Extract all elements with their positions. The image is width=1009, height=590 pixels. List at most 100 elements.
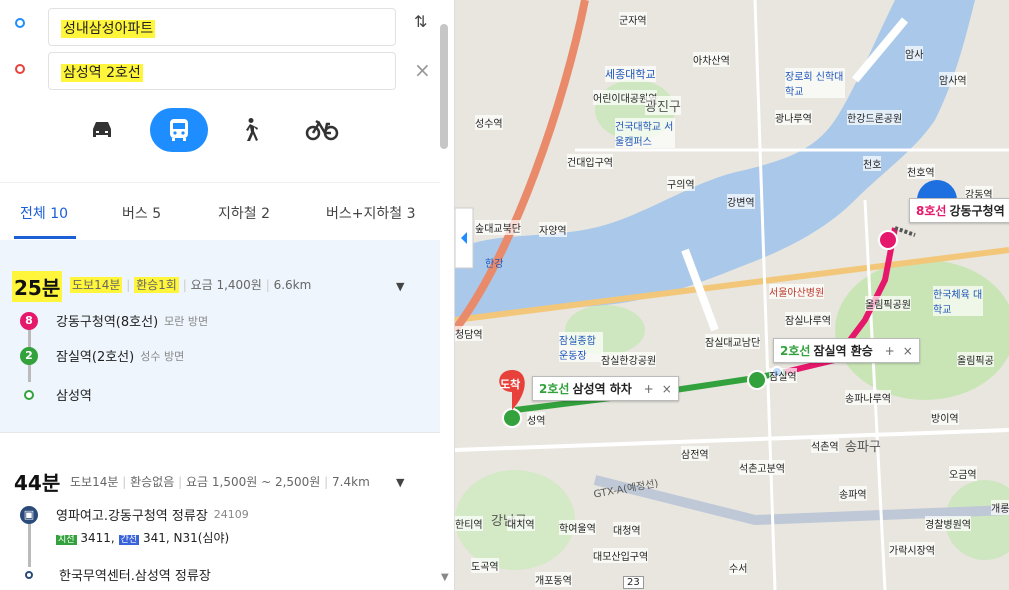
map-label: 천호 (863, 156, 882, 171)
transfer-popup[interactable]: 2호선 잠실역 환승 + × (773, 338, 920, 363)
walk-time: 도보14분 (70, 277, 123, 293)
map-label: 석촌고분역 (739, 460, 785, 475)
map-label: 청담역 (455, 326, 483, 341)
trunk-tag: 간선 (118, 535, 140, 545)
station-label: 강동구청역 (949, 204, 1005, 218)
map-label: 암사역 (939, 72, 967, 87)
map-label: 한강 (485, 259, 504, 270)
travel-time: 44분 (14, 471, 61, 495)
bus-no-2: 341, N31(심야) (142, 531, 230, 545)
map-label: 올림픽공원 (865, 296, 911, 311)
route-panel: 성내삼성아파트 삼성역 2호선 ⇅ × 전체 10 버스 5 지하철 2 버스+… (0, 0, 455, 590)
branch-tag: 지선 (56, 535, 77, 545)
map-view[interactable]: 군자역 아차산역 세종대학교 어린이대공원역 광진구 성수역 건국대학교 서울캠… (455, 0, 1009, 590)
map-label: 잠실나루역 (785, 312, 831, 327)
step-direction: 모란 방면 (164, 314, 209, 328)
station-label: 잠실역 환승 (813, 344, 873, 358)
tab-bus[interactable]: 버스 5 (122, 203, 161, 223)
map-base (455, 0, 1009, 590)
map-label: 도곡역 (471, 558, 499, 573)
map-label: 한강드론공원 (847, 110, 903, 125)
add-icon[interactable]: + (885, 344, 895, 358)
route-line (28, 519, 31, 567)
gangdong-popup[interactable]: 8호선 강동구청역 (909, 198, 1009, 223)
step-name: 영파여고.강동구청역 정류장 (56, 509, 208, 524)
result-card-2[interactable]: 44분 도보14분 | 환승없음 | 요금 1,500원 ~ 2,500원 | … (0, 432, 440, 590)
bus-numbers: 지선 3411, 간선 341, N31(심야) (56, 529, 229, 546)
road-number: 23 (623, 576, 644, 589)
station-label: 삼성역 하차 (572, 382, 632, 396)
origin-input[interactable]: 성내삼성아파트 (48, 8, 396, 46)
map-label: 잠실대교남단 (705, 334, 761, 349)
tab-bus-subway[interactable]: 버스+지하철 3 (326, 203, 416, 223)
map-label: 송파나루역 (845, 390, 891, 405)
scroll-down-icon[interactable]: ▼ (441, 572, 449, 583)
destination-dot-icon (15, 64, 25, 74)
map-label: 서울아산병원 (769, 284, 825, 299)
transit-mode-button[interactable] (150, 108, 208, 152)
map-label: 한국체육 대학교 (933, 286, 983, 316)
map-label: 성역 (527, 412, 546, 427)
map-label: 잠실한강공원 (601, 352, 657, 367)
map-label: 광나루역 (775, 110, 812, 125)
step-end-stop: 한국무역센터.삼성역 정류장 (20, 565, 211, 584)
step-name: 잠실역(2호선) (56, 350, 135, 365)
bike-icon (305, 119, 339, 141)
map-label: 대청역 (613, 522, 641, 537)
map-label: 아차산역 (693, 52, 730, 67)
step-name: 강동구청역(8호선) (56, 315, 159, 330)
transfer-count: 환승1회 (134, 277, 179, 293)
map-label: 강변역 (727, 194, 755, 209)
map-label: 세종대학교 (605, 66, 656, 82)
swap-icon[interactable]: ⇅ (414, 12, 427, 31)
map-label: 천호역 (907, 164, 935, 179)
travel-time: 25분 (12, 271, 63, 302)
map-label: 학여울역 (559, 520, 596, 535)
bus-stop-icon: ▣ (20, 505, 38, 524)
map-label: 석촌역 (811, 438, 839, 453)
chevron-down-icon[interactable]: ▼ (396, 476, 404, 489)
map-label: 송파역 (839, 486, 867, 501)
step-samseong: 삼성역 (20, 385, 92, 404)
destination-text: 삼성역 2호선 (61, 64, 143, 82)
add-icon[interactable]: + (644, 382, 654, 396)
arrival-popup[interactable]: 2호선 삼성역 하차 + × (532, 376, 679, 401)
fare: 요금 1,400원 (190, 278, 262, 292)
close-icon[interactable]: × (903, 344, 913, 358)
walk-icon (246, 118, 258, 141)
route-meta: 도보14분 | 환승1회 | 요금 1,400원 | 6.6km (70, 277, 312, 293)
line-label: 2호선 (780, 344, 811, 358)
map-label: 대치역 (507, 516, 535, 531)
map-label: 군자역 (619, 12, 647, 27)
tab-subway[interactable]: 지하철 2 (218, 203, 270, 223)
close-icon[interactable]: × (662, 382, 672, 396)
destination-input[interactable]: 삼성역 2호선 (48, 52, 396, 90)
scrollbar[interactable] (440, 24, 448, 149)
close-icon[interactable]: × (414, 58, 431, 82)
chevron-down-icon[interactable]: ▼ (396, 280, 404, 293)
arrival-badge: 도착 (500, 378, 521, 391)
car-mode-button[interactable] (78, 108, 126, 152)
map-label: 송파구 (845, 440, 881, 455)
step-gangdong: 8 강동구청역(8호선) 모란 방면 (20, 311, 208, 330)
bike-mode-button[interactable] (298, 108, 346, 152)
distance: 6.6km (273, 278, 312, 292)
walk-time: 도보14분 (70, 475, 119, 489)
map-label: 삼전역 (681, 446, 709, 461)
line-2-badge: 2 (20, 346, 38, 365)
map-label: 경찰병원역 (925, 516, 971, 531)
map-label: 건국대학교 서울캠퍼스 (615, 118, 675, 148)
map-label: 성수역 (475, 115, 503, 130)
route-meta: 도보14분 | 환승없음 | 요금 1,500원 ~ 2,500원 | 7.4k… (70, 475, 370, 489)
tab-all[interactable]: 전체 10 (20, 203, 68, 223)
transfer-count: 환승없음 (130, 475, 175, 489)
map-label: 구의역 (667, 176, 695, 191)
result-tabs: 전체 10 버스 5 지하철 2 버스+지하철 3 (0, 182, 440, 240)
result-card-1[interactable]: 25분 도보14분 | 환승1회 | 요금 1,400원 | 6.6km ▼ 8… (0, 240, 440, 432)
step-name: 한국무역센터.삼성역 정류장 (59, 569, 211, 584)
walk-mode-button[interactable] (226, 108, 274, 152)
car-icon (93, 122, 111, 137)
map-label: 개포동역 (535, 572, 572, 587)
end-dot-icon (24, 389, 34, 400)
step-bus-stop: ▣ 영파여고.강동구청역 정류장 24109 (20, 505, 249, 524)
